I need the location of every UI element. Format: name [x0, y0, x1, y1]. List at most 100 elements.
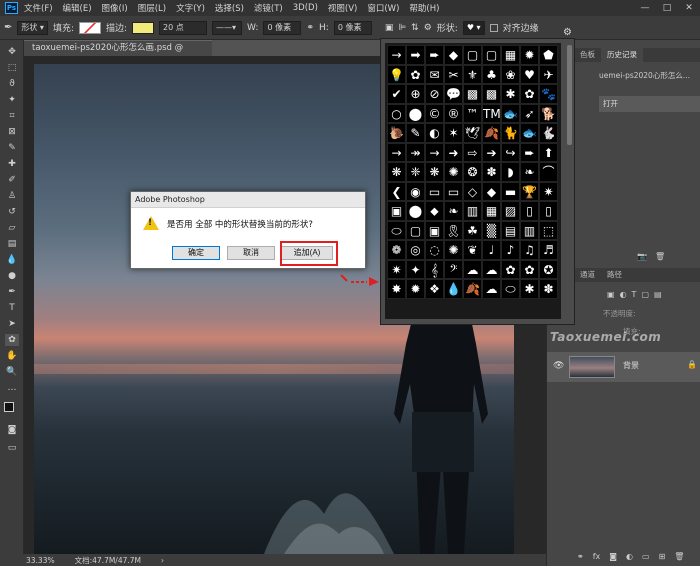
- menu-file[interactable]: 文件(F): [24, 2, 53, 14]
- shape-cell[interactable]: ✽: [539, 279, 558, 299]
- shape-cell[interactable]: 🏆: [520, 181, 539, 201]
- shape-cell[interactable]: ◗: [501, 162, 520, 182]
- shape-cell[interactable]: →: [387, 142, 406, 162]
- shape-cell[interactable]: ▒: [482, 220, 501, 240]
- shape-cell[interactable]: ⌒: [539, 162, 558, 182]
- shape-cell[interactable]: ✦: [406, 259, 425, 279]
- align-edges-checkbox[interactable]: [489, 23, 498, 32]
- stroke-swatch[interactable]: [132, 21, 155, 34]
- tab-history[interactable]: 历史记录: [601, 48, 643, 62]
- pen-tool-icon[interactable]: ✒: [5, 286, 19, 298]
- text-filter-icon[interactable]: T: [632, 290, 637, 299]
- mode-select[interactable]: 形状 ▾: [17, 20, 48, 35]
- path-select-tool-icon[interactable]: ➤: [5, 318, 19, 330]
- shape-cell[interactable]: ▣: [387, 201, 406, 221]
- shape-cell[interactable]: ❂: [463, 162, 482, 182]
- shape-cell[interactable]: ✸: [387, 279, 406, 299]
- menu-view[interactable]: 视图(V): [328, 2, 357, 14]
- menu-3d[interactable]: 3D(D): [293, 3, 318, 13]
- trash-icon[interactable]: 🗑: [655, 252, 665, 261]
- dodge-tool-icon[interactable]: ●: [5, 270, 19, 282]
- shape-cell[interactable]: 𝄢: [444, 259, 463, 279]
- shape-cell[interactable]: ➨: [425, 45, 444, 65]
- shape-cell[interactable]: ❁: [387, 240, 406, 260]
- shape-cell[interactable]: ⬭: [501, 279, 520, 299]
- path-ops-icon[interactable]: ▣: [385, 23, 394, 33]
- menu-help[interactable]: 帮助(H): [409, 2, 439, 14]
- shape-cell[interactable]: ✎: [406, 123, 425, 143]
- shape-cell[interactable]: ▬: [501, 181, 520, 201]
- shape-cell[interactable]: ▩: [482, 84, 501, 104]
- shape-cell[interactable]: ✺: [444, 162, 463, 182]
- shape-cell[interactable]: ❧: [444, 201, 463, 221]
- shape-cell[interactable]: 💡: [387, 64, 406, 84]
- height-input[interactable]: 0 像素: [333, 20, 372, 35]
- shape-cell[interactable]: ⬆: [539, 142, 558, 162]
- shape-cell[interactable]: →: [387, 45, 406, 65]
- stamp-tool-icon[interactable]: ♙: [5, 190, 19, 202]
- shape-cell[interactable]: 🐟: [501, 103, 520, 123]
- shape-cell[interactable]: ◎: [406, 240, 425, 260]
- shape-filter-icon[interactable]: ▢: [641, 290, 649, 299]
- shape-cell[interactable]: ⬚: [539, 220, 558, 240]
- shape-cell[interactable]: 🕊: [463, 123, 482, 143]
- menu-layer[interactable]: 图层(L): [138, 2, 166, 14]
- status-arrow-icon[interactable]: ›: [161, 556, 164, 565]
- image-filter-icon[interactable]: ▣: [607, 290, 615, 299]
- visibility-eye-icon[interactable]: 👁: [553, 361, 564, 371]
- shape-cell[interactable]: 🍂: [482, 123, 501, 143]
- maximize-button[interactable]: □: [656, 3, 678, 13]
- more-tools-icon[interactable]: …: [5, 382, 19, 394]
- quick-select-tool-icon[interactable]: ✦: [5, 94, 19, 106]
- frame-tool-icon[interactable]: ⊠: [5, 126, 19, 138]
- shape-cell[interactable]: ✷: [539, 181, 558, 201]
- shape-cell[interactable]: ▭: [444, 181, 463, 201]
- crop-tool-icon[interactable]: ⌗: [5, 110, 19, 122]
- shape-cell[interactable]: ▢: [482, 45, 501, 65]
- shape-cell[interactable]: ▥: [463, 201, 482, 221]
- shape-cell[interactable]: ◉: [406, 181, 425, 201]
- shape-cell[interactable]: ❀: [501, 64, 520, 84]
- fill-swatch[interactable]: [79, 21, 101, 34]
- shape-cell[interactable]: ✂: [444, 64, 463, 84]
- shape-cell[interactable]: ❋: [387, 162, 406, 182]
- shape-cell[interactable]: ❮: [387, 181, 406, 201]
- close-button[interactable]: ✕: [678, 3, 700, 13]
- camera-icon[interactable]: 📷: [637, 252, 647, 261]
- blur-tool-icon[interactable]: 💧: [5, 254, 19, 266]
- healing-tool-icon[interactable]: ✚: [5, 158, 19, 170]
- shape-cell[interactable]: ▦: [482, 201, 501, 221]
- shape-cell[interactable]: 🎗: [444, 220, 463, 240]
- stroke-size-input[interactable]: 20 点: [159, 20, 208, 35]
- shape-cell[interactable]: ➜: [444, 142, 463, 162]
- shape-cell[interactable]: ✪: [539, 259, 558, 279]
- shape-cell[interactable]: ▨: [501, 201, 520, 221]
- shape-cell[interactable]: ❈: [406, 162, 425, 182]
- menu-select[interactable]: 选择(S): [215, 2, 244, 14]
- document-size[interactable]: 文档:47.7M/47.7M: [75, 555, 141, 566]
- shape-cell[interactable]: TM: [482, 103, 501, 123]
- shape-cell[interactable]: →: [425, 142, 444, 162]
- eyedropper-tool-icon[interactable]: ✎: [5, 142, 19, 154]
- zoom-level[interactable]: 33.33%: [26, 556, 55, 565]
- tab-swatches[interactable]: 色板: [574, 48, 601, 62]
- shape-cell[interactable]: 🐌: [387, 123, 406, 143]
- shape-cell[interactable]: ♥: [520, 64, 539, 84]
- shape-cell[interactable]: ✿: [501, 259, 520, 279]
- history-item-open[interactable]: 打开: [599, 96, 700, 112]
- shape-cell[interactable]: ✹: [520, 45, 539, 65]
- new-layer-icon[interactable]: ⊞: [659, 552, 666, 561]
- shape-cell[interactable]: ⊕: [406, 84, 425, 104]
- shape-cell[interactable]: ➡: [406, 45, 425, 65]
- shape-cell[interactable]: ❧: [520, 162, 539, 182]
- pen-tool-icon[interactable]: ✒: [4, 22, 12, 33]
- history-snapshot[interactable]: uemei-ps2020心形怎么...: [599, 70, 690, 81]
- shape-cell[interactable]: ⬤: [406, 201, 425, 221]
- shape-select[interactable]: ♥ ▾: [462, 20, 485, 35]
- shape-cell[interactable]: ◇: [463, 181, 482, 201]
- shape-cell[interactable]: ♫: [520, 240, 539, 260]
- shape-cell[interactable]: 🐈: [501, 123, 520, 143]
- shape-cell[interactable]: ♪: [501, 240, 520, 260]
- shape-cell[interactable]: ✿: [520, 259, 539, 279]
- shape-cell[interactable]: ✔: [387, 84, 406, 104]
